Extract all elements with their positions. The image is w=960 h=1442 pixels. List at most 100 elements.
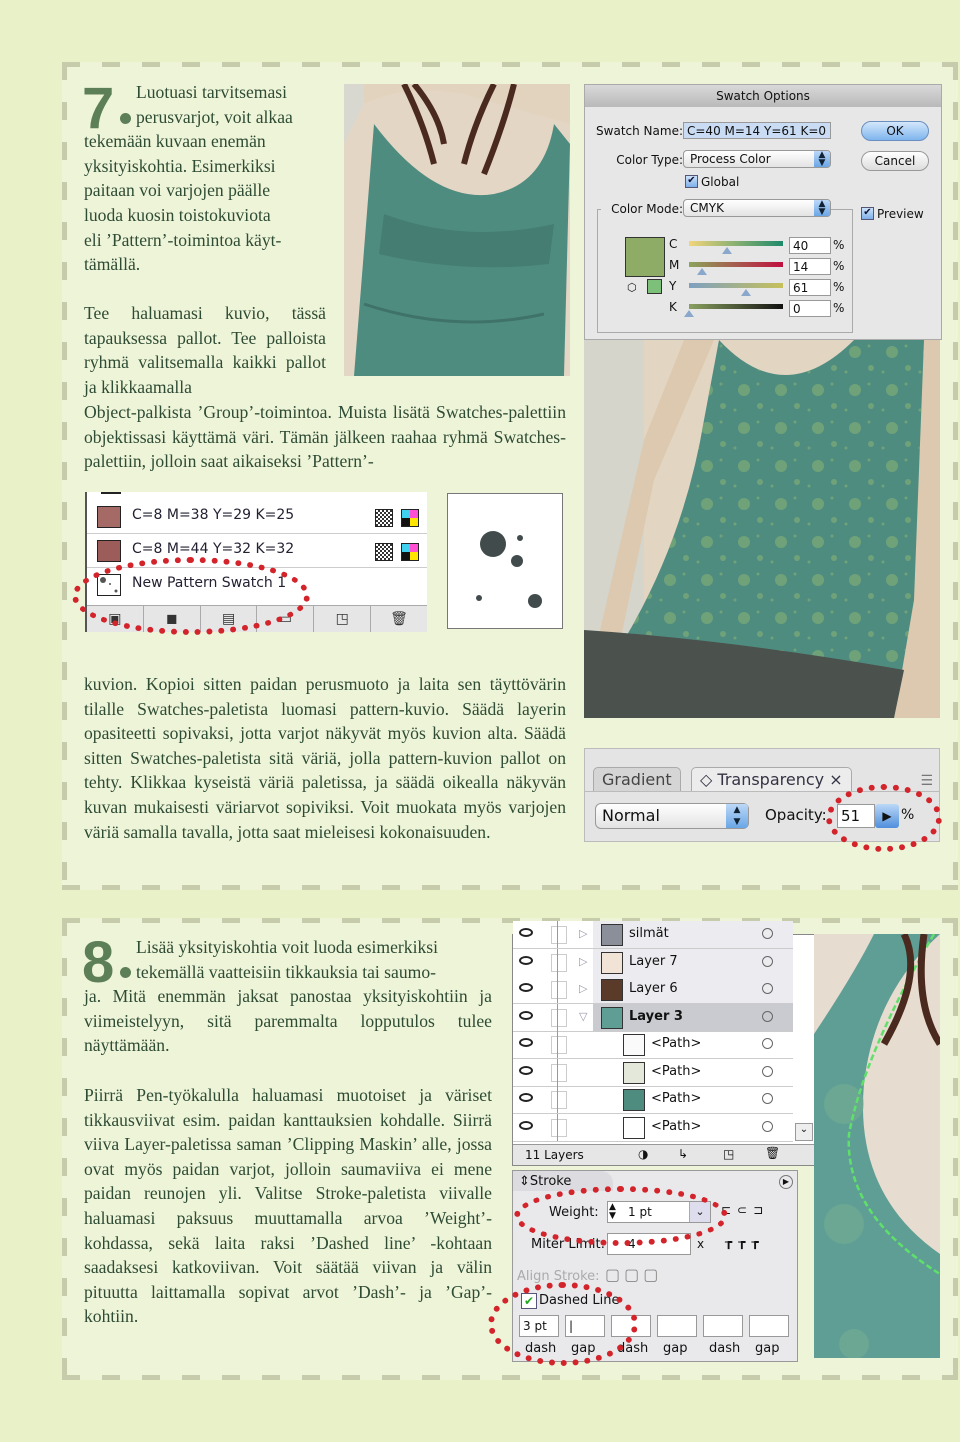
channel-label: Y (669, 279, 677, 293)
visibility-eye-icon[interactable] (519, 1038, 533, 1047)
dashed-border (62, 885, 958, 890)
layer-row[interactable]: <Path> (513, 1031, 793, 1059)
color-type-select[interactable]: Process Color ▲ ▼ (683, 150, 831, 168)
preview-checkbox[interactable]: ✔ (861, 207, 874, 220)
delete-swatch-icon[interactable]: 🗑 (371, 606, 427, 632)
gap-label: gap (663, 1341, 688, 1356)
collapsed-triangle-icon[interactable]: ▷ (579, 955, 587, 968)
channel-slider-track[interactable] (689, 283, 783, 288)
target-circle-icon[interactable] (762, 955, 773, 967)
channel-slider-thumb[interactable] (697, 268, 708, 275)
lock-toggle[interactable] (551, 1118, 567, 1137)
lock-toggle[interactable] (551, 981, 567, 999)
gamut-swatch[interactable] (647, 279, 662, 294)
channel-value-input[interactable]: 0 (789, 300, 831, 317)
step-8-paragraph-2: Piirrä Pen-työkalulla haluamasi muotoise… (84, 1085, 492, 1327)
dialog-title: Swatch Options (585, 85, 941, 107)
new-sublayer-icon[interactable]: ↳ (678, 1147, 688, 1161)
target-circle-icon[interactable] (762, 928, 773, 939)
channel-slider-track[interactable] (689, 241, 783, 246)
swatch-name-input[interactable]: C=40 M=14 Y=61 K=0 (683, 122, 831, 139)
lock-toggle[interactable] (551, 1063, 567, 1082)
delete-layer-icon[interactable]: 🗑 (765, 1146, 780, 1160)
target-circle-icon[interactable] (762, 983, 773, 994)
text-line: tämällä. (84, 254, 141, 275)
tab-gradient[interactable]: Gradient (593, 767, 681, 792)
visibility-eye-icon[interactable] (519, 1120, 533, 1130)
channel-value-input[interactable]: 61 (789, 279, 831, 296)
align-stroke-icons[interactable]: ▢▢▢ (605, 1265, 662, 1284)
target-circle-icon[interactable] (762, 1093, 773, 1104)
layer-row[interactable]: ▷ silmät (513, 921, 793, 949)
make-clipping-mask-icon[interactable]: ◑ (638, 1147, 648, 1161)
new-swatch-icon[interactable]: ◳ (314, 606, 372, 632)
channel-value-input[interactable]: 40 (789, 237, 831, 254)
lock-toggle[interactable] (551, 953, 567, 972)
column-divider (557, 1058, 558, 1086)
collapsed-triangle-icon[interactable]: ▷ (579, 927, 587, 940)
blend-mode-select[interactable]: Normal ▲ ▼ (595, 803, 749, 829)
dashed-border (62, 62, 67, 890)
channel-slider-track[interactable] (689, 304, 783, 309)
blend-mode-value: Normal (602, 806, 660, 825)
visibility-eye-icon[interactable] (519, 1010, 533, 1020)
target-circle-icon[interactable] (762, 1010, 773, 1022)
swatch-color-preview (625, 237, 665, 277)
new-layer-icon[interactable]: ◳ (723, 1147, 734, 1161)
gap-input[interactable] (657, 1315, 697, 1337)
channel-slider-thumb[interactable] (721, 247, 732, 254)
panel-menu-icon[interactable]: ▶ (779, 1175, 793, 1189)
color-mode-select[interactable]: CMYK ▲ ▼ (683, 199, 831, 217)
target-circle-icon[interactable] (762, 1038, 773, 1049)
scroll-down-icon[interactable]: ⌄ (795, 1123, 813, 1141)
dashed-border (953, 62, 958, 890)
column-divider (557, 1031, 558, 1058)
step-7-intro: Luotuasi tarvitsemasi perusvarjot, voit … (84, 80, 326, 277)
layer-thumbnail (601, 951, 623, 974)
cancel-button[interactable]: Cancel (861, 151, 929, 171)
tab-transparency[interactable]: ◇ Transparency × (691, 767, 852, 792)
layer-row[interactable]: ▷ Layer 7 (513, 948, 793, 977)
text-line: perusvarjot, voit alkaa (136, 106, 293, 127)
highlight-oval (72, 557, 310, 635)
lock-toggle[interactable] (551, 1008, 567, 1027)
panel-menu-icon[interactable]: ☰ (920, 773, 933, 789)
ok-button[interactable]: OK (861, 121, 929, 141)
swatch-chip (97, 506, 121, 528)
layer-name: Layer 6 (629, 981, 678, 996)
lock-toggle[interactable] (551, 1036, 567, 1054)
visibility-eye-icon[interactable] (519, 1093, 533, 1102)
target-circle-icon[interactable] (762, 1065, 773, 1077)
dashed-border (62, 918, 67, 1380)
layer-thumbnail (601, 1006, 623, 1029)
layer-name: <Path> (651, 1036, 702, 1051)
collapsed-triangle-icon[interactable]: ▷ (579, 982, 587, 995)
layer-name: <Path> (651, 1091, 702, 1106)
layer-row[interactable]: <Path> (513, 1113, 793, 1142)
layer-row[interactable]: ▷ Layer 6 (513, 976, 793, 1004)
preview-label: Preview (877, 207, 924, 221)
target-circle-icon[interactable] (762, 1120, 773, 1132)
join-style-icons[interactable]: ┲┲┲ (725, 1235, 765, 1249)
layer-row[interactable]: <Path> (513, 1058, 793, 1087)
global-checkbox[interactable]: ✔ (685, 175, 698, 188)
gap-input[interactable] (749, 1315, 789, 1337)
lock-toggle[interactable] (551, 1091, 567, 1109)
channel-slider-thumb[interactable] (684, 310, 694, 317)
expanded-triangle-icon[interactable]: ▽ (579, 1010, 587, 1023)
visibility-eye-icon[interactable] (519, 983, 533, 992)
channel-value-input[interactable]: 14 (789, 258, 831, 275)
dash-input[interactable] (703, 1315, 743, 1337)
swatch-row[interactable]: C=8 M=38 Y=29 K=25 (87, 500, 427, 534)
lock-toggle[interactable] (551, 926, 567, 944)
visibility-eye-icon[interactable] (519, 955, 533, 965)
layer-row[interactable]: <Path> (513, 1086, 793, 1114)
channel-slider-thumb[interactable] (741, 289, 752, 296)
visibility-eye-icon[interactable] (519, 928, 533, 937)
cap-style-icons[interactable]: ⊏⊂⊐ (721, 1203, 769, 1217)
layer-row[interactable]: ▽ Layer 3 (513, 1003, 793, 1032)
pattern-tile-preview (447, 493, 563, 629)
text-line: yksityiskohtia. Esimerkiksi (84, 155, 276, 176)
channel-slider-track[interactable] (689, 262, 783, 267)
visibility-eye-icon[interactable] (519, 1065, 533, 1075)
